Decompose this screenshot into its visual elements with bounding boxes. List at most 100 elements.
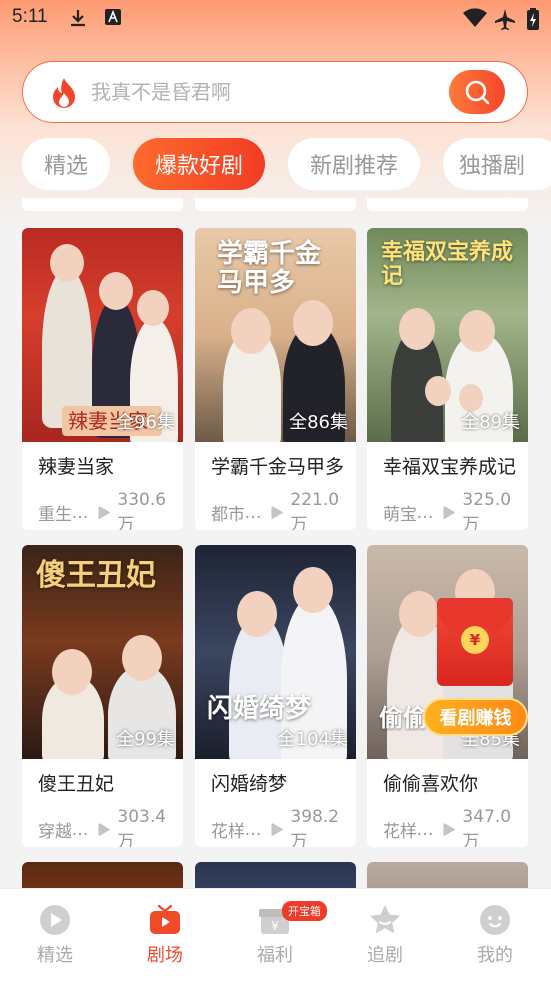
drama-title: 闪婚绮梦	[211, 773, 288, 795]
bottom-nav: 精选 剧场 ¥ 开宝箱 福利 追剧 我的	[0, 888, 551, 981]
drama-card[interactable]	[22, 862, 183, 888]
drama-title: 偷偷喜欢你	[383, 773, 479, 795]
drama-genre: 都市	[211, 505, 245, 525]
view-count-value: 398.2万	[290, 807, 340, 847]
star-icon	[370, 905, 400, 934]
view-count: 398.2万	[271, 807, 351, 847]
font-app-icon	[105, 9, 121, 25]
play-count-icon	[443, 822, 456, 837]
drama-title: 傻王丑妃	[38, 773, 115, 795]
poster-title: 幸福双宝养成记	[381, 239, 514, 290]
view-count: 325.0万	[443, 490, 523, 530]
nav-welfare[interactable]: ¥ 开宝箱 福利	[230, 901, 327, 967]
poster-face	[459, 310, 495, 352]
poster-title: 学霸千金马甲多	[217, 239, 322, 298]
play-count-icon	[443, 505, 456, 520]
drama-genre: 花样	[383, 822, 417, 842]
drama-card[interactable]	[367, 862, 528, 888]
watch-earn-red-packet[interactable]: ¥ 看剧赚钱	[423, 598, 528, 748]
nav-profile[interactable]: 我的	[450, 903, 540, 967]
view-count: 221.0万	[271, 490, 351, 530]
poster-title: 闪婚绮梦	[207, 694, 312, 724]
poster-face	[137, 290, 169, 326]
episode-count: 全99集	[116, 729, 175, 750]
profile-icon	[480, 905, 510, 935]
tab-featured[interactable]: 精选	[22, 138, 110, 190]
status-bar: 5:11	[0, 0, 551, 36]
drama-grid: 辣妻当家 全96集 辣妻当家 重生… 330.6万 学霸千金马甲多 全86集 学…	[0, 198, 551, 888]
nav-follow[interactable]: 追剧	[340, 903, 430, 967]
view-count-value: 303.4万	[117, 807, 167, 847]
drama-card-partial[interactable]	[195, 198, 356, 211]
poster-face	[237, 591, 277, 637]
poster-face	[99, 272, 133, 310]
drama-genre: 重生	[38, 505, 72, 525]
search-input[interactable]	[91, 76, 431, 108]
nav-theater[interactable]: 剧场	[120, 903, 210, 967]
nav-label: 剧场	[147, 945, 183, 966]
search-icon	[465, 80, 490, 105]
tab-exclusive[interactable]: 独播剧	[443, 138, 551, 190]
play-circle-icon	[40, 905, 70, 935]
drama-card[interactable]: 辣妻当家 全96集 辣妻当家 重生… 330.6万	[22, 228, 183, 530]
drama-poster	[195, 862, 356, 888]
view-count-value: 325.0万	[462, 490, 512, 530]
drama-card[interactable]: 幸福双宝养成记 全89集 幸福双宝养成记 萌宝… 325.0万	[367, 228, 528, 530]
drama-title: 幸福双宝养成记	[383, 456, 517, 478]
drama-card[interactable]: 学霸千金马甲多 全86集 学霸千金马甲多 都市… 221.0万	[195, 228, 356, 530]
drama-meta: 花样… 347.0万	[383, 807, 523, 847]
drama-genre: 萌宝	[383, 505, 417, 525]
poster-face	[50, 244, 84, 282]
drama-card-partial[interactable]	[367, 198, 528, 211]
battery-icon	[527, 8, 539, 30]
nav-featured[interactable]: 精选	[10, 903, 100, 967]
poster-face	[231, 308, 271, 354]
drama-poster	[22, 862, 183, 888]
drama-poster: 傻王丑妃 全99集	[22, 545, 183, 759]
nav-label: 精选	[37, 945, 73, 966]
poster-face	[122, 635, 162, 681]
coin-icon: ¥	[461, 626, 489, 654]
tab-new-dramas[interactable]: 新剧推荐	[288, 138, 420, 190]
view-count: 347.0万	[443, 807, 523, 847]
tab-hot-dramas[interactable]: 爆款好剧	[133, 138, 265, 190]
status-time: 5:11	[12, 6, 48, 27]
view-count-value: 347.0万	[462, 807, 512, 847]
drama-meta: 重生… 330.6万	[38, 490, 178, 530]
poster-figure	[42, 268, 92, 428]
poster-face	[293, 567, 333, 613]
drama-card[interactable]: 闪婚绮梦 全104集 闪婚绮梦 花样… 398.2万	[195, 545, 356, 847]
drama-card-partial[interactable]	[22, 198, 183, 211]
drama-poster	[367, 862, 528, 888]
episode-count: 全96集	[116, 412, 175, 433]
search-button[interactable]	[449, 70, 505, 114]
drama-poster: 闪婚绮梦 全104集	[195, 545, 356, 759]
drama-card[interactable]	[195, 862, 356, 888]
drama-card[interactable]: 傻王丑妃 全99集 傻王丑妃 穿越… 303.4万	[22, 545, 183, 847]
episode-count: 全89集	[461, 412, 520, 433]
fire-icon	[53, 78, 75, 108]
airplane-mode-icon	[495, 9, 515, 30]
poster-face	[425, 376, 451, 406]
watch-earn-button[interactable]: 看剧赚钱	[423, 698, 528, 736]
drama-genre: 穿越	[38, 822, 72, 842]
poster-face	[293, 300, 333, 346]
nav-label: 我的	[477, 945, 513, 966]
play-count-icon	[98, 505, 111, 520]
tv-icon	[150, 904, 180, 934]
view-count-value: 330.6万	[117, 490, 167, 530]
play-count-icon	[98, 822, 111, 837]
category-tabs: 精选 爆款好剧 新剧推荐 独播剧	[0, 138, 551, 192]
play-count-icon	[271, 822, 284, 837]
search-bar[interactable]	[22, 61, 528, 123]
episode-count: 全104集	[277, 729, 348, 750]
poster-face	[52, 649, 92, 695]
view-count: 330.6万	[98, 490, 178, 530]
nav-label: 福利	[257, 945, 293, 966]
drama-meta: 萌宝… 325.0万	[383, 490, 523, 530]
episode-count: 全86集	[289, 412, 348, 433]
svg-text:¥: ¥	[271, 919, 279, 933]
treasure-box-badge: 开宝箱	[282, 901, 327, 921]
drama-poster: 辣妻当家 全96集	[22, 228, 183, 442]
drama-title: 学霸千金马甲多	[211, 456, 345, 478]
